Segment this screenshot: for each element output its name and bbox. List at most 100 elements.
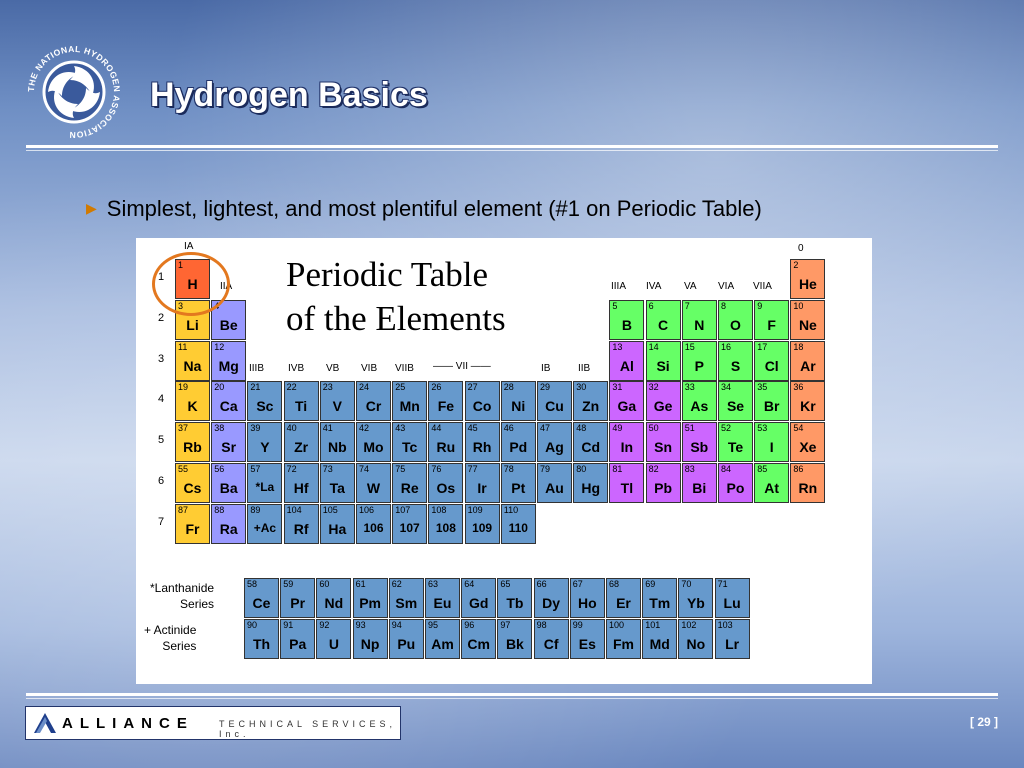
atomic-number: 69 (645, 579, 656, 589)
element-symbol: Yb (686, 595, 705, 611)
atomic-number: 50 (648, 423, 659, 434)
atomic-number: 6 (648, 300, 654, 311)
element-symbol: Ce (252, 595, 271, 611)
atomic-number: 62 (391, 579, 402, 589)
top-rule-thin (26, 150, 998, 151)
element-cell: 23 V (319, 381, 355, 422)
atomic-number: 66 (536, 579, 547, 589)
atomic-number: 84 (721, 464, 732, 474)
atomic-number: 23 (322, 382, 333, 393)
actinide-label-line1: + Actinide (144, 623, 197, 637)
bottom-rule (26, 693, 998, 696)
element-symbol: Pa (289, 636, 307, 652)
bullet-arrow-icon: ▶ (86, 200, 97, 216)
element-symbol: Cm (467, 636, 490, 652)
element-symbol: Tm (649, 595, 671, 611)
periodic-table-title-line2: of the Elements (286, 299, 506, 338)
atomic-number: 85 (757, 464, 768, 474)
element-cell: 42 Mo (356, 422, 391, 463)
element-symbol: Sr (221, 439, 237, 456)
atomic-number: 86 (793, 464, 804, 474)
element-cell: 19 K (175, 381, 210, 422)
atomic-number: 16 (721, 341, 732, 352)
period-number: 6 (158, 475, 165, 487)
element-symbol: Ru (436, 439, 456, 456)
element-cell: 8O (718, 299, 753, 340)
atomic-number: 80 (576, 464, 587, 474)
actinide-cell: 91 Pa (280, 619, 316, 659)
group-label: VIB (361, 363, 378, 374)
element-cell: 28 Ni (500, 381, 536, 422)
element-symbol: C (658, 316, 669, 333)
atomic-number: 44 (431, 423, 442, 434)
atomic-number: 64 (464, 579, 475, 589)
atomic-number: 100 (609, 620, 625, 630)
element-symbol: Pm (359, 595, 381, 611)
element-symbol: Rh (472, 439, 492, 456)
element-cell: 108 108 (428, 503, 464, 544)
atomic-number: 47 (540, 423, 551, 434)
element-cell: 78 Pt (500, 463, 536, 503)
atomic-number: 18 (793, 341, 804, 352)
atomic-number: 49 (612, 423, 623, 434)
actinide-cell: 100 Fm (606, 619, 641, 659)
group-label: VA (684, 281, 697, 292)
atomic-number: 104 (286, 504, 302, 515)
atomic-number: 70 (681, 579, 692, 589)
element-symbol: Os (436, 480, 456, 496)
bottom-rule-thin (26, 698, 998, 699)
element-cell: 35 Br (754, 381, 790, 422)
atomic-number: 63 (428, 579, 439, 589)
atomic-number: 77 (467, 464, 478, 474)
element-cell: 88 Ra (211, 503, 247, 544)
element-cell: 109 109 (464, 503, 500, 544)
atomic-number: 54 (793, 423, 804, 434)
actinide-cell: 90 Th (244, 619, 279, 659)
atomic-number: 48 (576, 423, 587, 434)
element-symbol: Ca (219, 398, 238, 415)
atomic-number: 107 (395, 504, 411, 515)
element-symbol: Am (431, 636, 454, 652)
element-cell: 106 106 (356, 503, 391, 544)
element-symbol: Eu (433, 595, 452, 611)
element-symbol: Na (183, 357, 202, 374)
actinide-cell: 99 Es (569, 619, 605, 659)
atomic-number: 34 (721, 382, 732, 393)
atomic-number: 61 (355, 579, 366, 589)
atomic-number: 55 (178, 464, 189, 474)
atomic-number: 93 (355, 620, 366, 630)
element-cell: 29 Cu (537, 381, 572, 422)
element-cell: 39 Y (247, 422, 283, 463)
element-cell: 11 Na (175, 340, 210, 381)
atomic-number: 31 (612, 382, 623, 393)
atomic-number: 91 (283, 620, 294, 630)
element-cell: 40 Zr (283, 422, 319, 463)
actinide-cell: 102 No (678, 619, 714, 659)
element-symbol: P (694, 357, 704, 374)
element-cell: 79 Au (537, 463, 572, 503)
element-cell: 18 Ar (790, 340, 826, 381)
element-cell: 57 *La (247, 463, 283, 503)
atomic-number: 45 (467, 423, 478, 434)
atomic-number: 110 (503, 504, 519, 515)
periodic-table-image: Periodic Table of the Elements *Lanthani… (136, 238, 872, 684)
element-symbol: Fe (437, 398, 455, 415)
atomic-number: 35 (757, 382, 768, 393)
actinide-cell: 97 Bk (497, 619, 533, 659)
atomic-number: 42 (359, 423, 370, 434)
element-cell: 2 He (790, 259, 826, 299)
atomic-number: 68 (609, 579, 620, 589)
element-symbol: 107 (399, 520, 420, 535)
atomic-number: 94 (391, 620, 402, 630)
element-symbol: Li (186, 316, 199, 333)
element-symbol: Cf (543, 636, 559, 652)
atomic-number: 98 (536, 620, 547, 630)
atomic-number: 75 (395, 464, 406, 474)
atomic-number: 51 (684, 423, 695, 434)
group-label: VIIB (395, 363, 414, 374)
lanthanide-cell: 63 Eu (425, 578, 460, 618)
atomic-number: 27 (467, 382, 478, 393)
atomic-number: 37 (178, 423, 189, 434)
atomic-number: 82 (648, 464, 659, 474)
element-cell: 22 Ti (283, 381, 319, 422)
